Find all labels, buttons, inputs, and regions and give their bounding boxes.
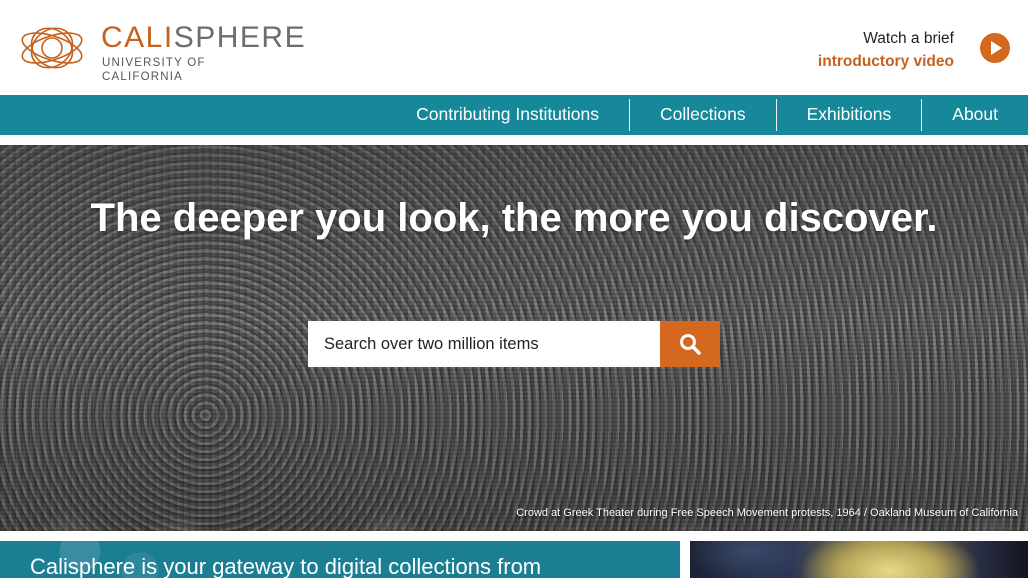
play-icon[interactable] (980, 33, 1010, 63)
logo-word-rest: SPHERE (173, 21, 307, 54)
hero-headline: The deeper you look, the more you discov… (90, 196, 938, 240)
search-icon (680, 334, 701, 355)
logo-subtitle: UNIVERSITY OF CALIFORNIA (102, 57, 206, 83)
intro-video-link[interactable]: introductory video (818, 50, 954, 74)
gateway-panel: Calisphere is your gateway to digital co… (0, 541, 680, 578)
hero-banner: The deeper you look, the more you discov… (0, 145, 1028, 531)
logo-wordmark: CALISPHERE (101, 22, 306, 54)
nav-item-collections[interactable]: Collections (630, 95, 776, 135)
search-input[interactable] (308, 321, 660, 367)
intro-video-line1: Watch a brief (863, 30, 954, 47)
calisphere-logo[interactable]: CALISPHERE UNIVERSITY OF CALIFORNIA (18, 18, 305, 83)
logo-word-accent: CALI (101, 21, 174, 54)
search-form (308, 321, 720, 367)
hero-photo-caption[interactable]: Crowd at Greek Theater during Free Speec… (516, 507, 1018, 519)
nav-item-contributing-institutions[interactable]: Contributing Institutions (386, 95, 629, 135)
featured-image[interactable] (690, 541, 1028, 578)
nav-items: Contributing Institutions Collections Ex… (386, 95, 1028, 135)
main-nav: Contributing Institutions Collections Ex… (0, 95, 1028, 135)
search-button[interactable] (660, 321, 720, 367)
nav-item-about[interactable]: About (922, 95, 1028, 135)
calisphere-logo-icon (21, 27, 83, 69)
gateway-text: Calisphere is your gateway to digital co… (30, 554, 542, 578)
intro-video-text: Watch a brief introductory video (818, 28, 954, 74)
nav-item-exhibitions[interactable]: Exhibitions (777, 95, 922, 135)
site-header: CALISPHERE UNIVERSITY OF CALIFORNIA Watc… (0, 0, 1028, 95)
intro-video-promo[interactable]: Watch a brief introductory video (810, 28, 1010, 76)
